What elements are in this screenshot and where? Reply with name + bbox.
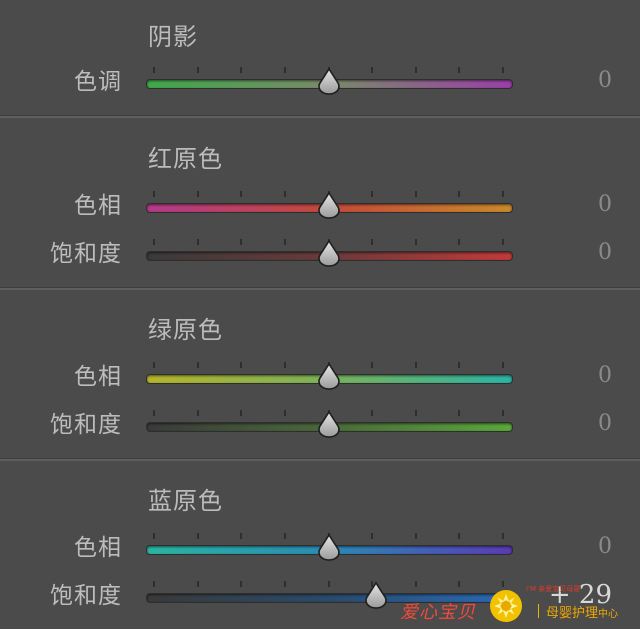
section-title: 红原色 [148,145,223,173]
slider-tick [283,581,286,587]
slider-tick [196,362,199,368]
slider-tick [414,410,417,416]
slider-tick [371,239,374,245]
section-title: 阴影 [148,23,198,51]
slider-value[interactable]: 0 [598,190,612,220]
section-title: 蓝原色 [148,487,223,515]
slider-tick [196,67,199,73]
slider-tick [153,533,155,539]
watermark-separator [538,604,539,618]
watermark-right-text: 母婴护理中心 [546,602,618,621]
slider-value[interactable]: 0 [598,238,612,268]
watermark-small-text: I'M 亲爱宝贝母婴 [526,585,581,593]
section-divider [0,115,640,118]
row-label: 饱和度 [50,583,122,609]
slider-tick [196,239,199,245]
slider-tick [371,67,374,73]
watermark-right-main: 母婴护理 [546,606,599,621]
slider-tick [240,239,243,245]
slider-tick [196,581,199,587]
watermark-right-small: 中心 [598,609,619,620]
slider-thumb[interactable] [363,581,389,611]
slider-thumb[interactable] [316,410,342,440]
slider-tick [196,410,199,416]
row-label: 色调 [74,69,122,95]
slider-tick [153,191,155,197]
slider-tick [283,533,286,539]
green-hue-row: 色相 0 [0,357,640,397]
slider-tick [196,191,199,197]
slider-tick [371,533,374,539]
slider-tick [240,67,243,73]
slider-tick [240,533,243,539]
slider-tick [153,581,155,587]
slider-tick [502,239,504,245]
slider-tick [502,362,504,368]
split-toning-panel: 阴影 色调 0 红原色 色相 0 饱和度 0 绿原色 色相 0 饱和度 0 蓝原… [0,0,640,629]
slider-tick [458,410,461,416]
slider-tick [371,191,374,197]
section-title: 绿原色 [148,316,223,344]
green-saturation-row: 饱和度 0 [0,405,640,445]
slider-tick [458,362,461,368]
watermark: 爱心宝贝 I'M 亲爱宝贝母婴 母婴护理中心 [398,582,640,629]
slider-tick [283,362,286,368]
row-label: 色相 [74,535,122,561]
slider-tick [371,362,374,368]
row-label: 饱和度 [50,241,122,267]
slider-tick [283,239,286,245]
slider-tick [283,191,286,197]
slider-tick [153,239,155,245]
slider-tick [414,191,417,197]
shadow-tone-row: 色调 0 [0,62,640,102]
slider-tick [153,362,155,368]
slider-tick [196,533,199,539]
slider-tick [240,410,243,416]
slider-thumb[interactable] [316,239,342,269]
slider-tick [153,67,155,73]
row-label: 饱和度 [50,412,122,438]
slider-tick [458,239,461,245]
slider-tick [502,191,504,197]
row-label: 色相 [74,364,122,390]
row-label: 色相 [74,193,122,219]
slider-tick [283,410,286,416]
red-hue-row: 色相 0 [0,186,640,226]
slider-tick [240,581,243,587]
slider-tick [414,362,417,368]
slider-value[interactable]: 0 [598,361,612,391]
watermark-left-text: 爱心宝贝 [400,602,476,623]
slider-thumb[interactable] [316,533,342,563]
slider-tick [240,362,243,368]
red-saturation-row: 饱和度 0 [0,234,640,274]
slider-value[interactable]: 0 [598,532,612,562]
slider-tick [414,67,417,73]
slider-tick [240,191,243,197]
slider-tick [371,410,374,416]
slider-tick [502,410,504,416]
slider-tick [327,581,330,587]
slider-tick [153,410,155,416]
slider-tick [283,67,286,73]
slider-thumb[interactable] [316,362,342,392]
slider-value[interactable]: 0 [598,66,612,96]
slider-thumb[interactable] [316,191,342,221]
slider-tick [502,533,504,539]
sun-logo-icon [490,590,522,622]
slider-tick [458,191,461,197]
section-divider [0,458,640,461]
section-divider [0,287,640,290]
slider-value[interactable]: 0 [598,409,612,439]
slider-tick [414,239,417,245]
slider-tick [458,67,461,73]
slider-tick [502,67,504,73]
slider-thumb[interactable] [316,67,342,97]
slider-tick [414,533,417,539]
blue-hue-row: 色相 0 [0,528,640,568]
slider-tick [458,533,461,539]
